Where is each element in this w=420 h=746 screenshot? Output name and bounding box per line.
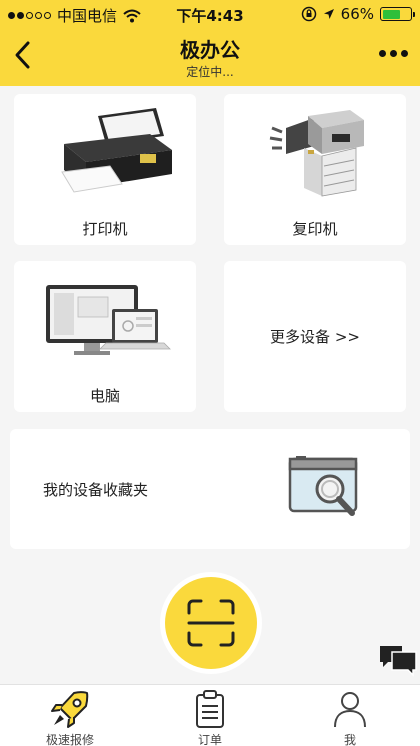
location-arrow-icon: [323, 9, 334, 19]
tab-orders-label: 订单: [197, 733, 222, 746]
more-devices-label: 更多设备 >>: [270, 328, 360, 346]
copier-card[interactable]: 复印机: [224, 94, 406, 245]
printer-card[interactable]: 打印机: [14, 94, 196, 245]
tab-me-label: 我: [343, 733, 356, 746]
status-right: 66%: [301, 5, 415, 23]
photo-search-icon: [288, 456, 358, 516]
tab-quick-repair-label: 极速报修: [45, 733, 94, 746]
chat-icon[interactable]: [378, 642, 418, 678]
person-icon: [334, 692, 366, 728]
copier-label: 复印机: [292, 220, 338, 238]
computer-card[interactable]: 电脑: [14, 261, 196, 412]
clipboard-icon: [196, 690, 224, 728]
scan-button[interactable]: [160, 572, 262, 674]
location-status: 定位中...: [186, 65, 234, 79]
printer-icon: [61, 108, 172, 193]
tab-quick-repair[interactable]: 极速报修: [0, 685, 140, 746]
scan-button-circle: [165, 577, 257, 669]
scan-icon: [187, 599, 235, 647]
battery-fill: [382, 9, 401, 19]
copier-icon: [269, 110, 364, 197]
rotation-lock-icon: [301, 6, 316, 22]
rocket-icon: [51, 691, 89, 728]
more-dots-icon[interactable]: [379, 50, 408, 57]
battery-icon: [380, 7, 415, 21]
printer-label: 打印机: [82, 220, 128, 238]
page-title: 极办公: [180, 38, 240, 62]
tab-me[interactable]: 我: [280, 685, 420, 746]
nav-bar: 极办公 定位中...: [0, 28, 420, 86]
more-devices-card[interactable]: 更多设备 >>: [224, 261, 406, 412]
favorites-card[interactable]: 我的设备收藏夹: [10, 429, 410, 549]
tab-bar: 极速报修 订单 我: [0, 684, 420, 746]
favorites-label: 我的设备收藏夹: [43, 481, 149, 499]
tab-orders[interactable]: 订单: [140, 685, 280, 746]
computer-icon: [46, 285, 171, 355]
status-bar: 中国电信 下午4:43 66%: [0, 0, 420, 28]
computer-label: 电脑: [89, 387, 120, 405]
battery-percent: 66%: [340, 5, 374, 23]
